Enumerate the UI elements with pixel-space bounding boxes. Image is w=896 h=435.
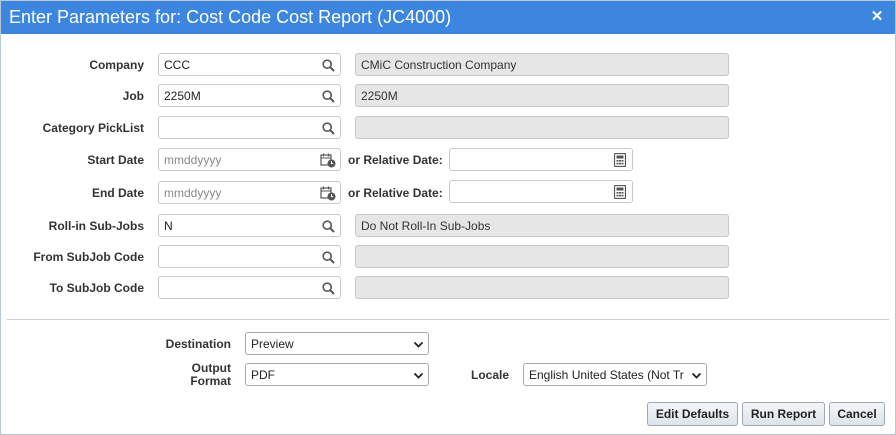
run-report-button[interactable]: Run Report (742, 402, 825, 426)
search-icon[interactable] (320, 249, 336, 265)
section-divider (7, 319, 889, 320)
search-icon[interactable] (320, 280, 336, 296)
from-subjob-input[interactable] (159, 246, 314, 267)
chevron-down-icon (413, 339, 424, 350)
start-date-input[interactable] (159, 149, 314, 170)
company-input[interactable] (159, 54, 314, 75)
search-icon[interactable] (320, 57, 336, 73)
start-date-label: Start Date (87, 153, 144, 167)
category-label: Category PickList (42, 121, 144, 135)
company-description: CMiC Construction Company (355, 53, 729, 76)
parameters-dialog: Enter Parameters for: Cost Code Cost Rep… (0, 0, 896, 435)
calculator-icon[interactable] (612, 184, 628, 200)
rollin-field (158, 214, 341, 237)
end-relative-date-input[interactable] (450, 181, 606, 202)
destination-label: Destination (165, 337, 231, 351)
locale-select[interactable]: English United States (Not Translated) (523, 363, 707, 386)
search-icon[interactable] (320, 120, 336, 136)
category-description (355, 116, 729, 139)
rollin-input[interactable] (159, 215, 314, 236)
to-subjob-field (158, 276, 341, 299)
company-field (158, 53, 341, 76)
category-field (158, 116, 341, 139)
start-relative-date-input[interactable] (450, 149, 606, 170)
job-description: 2250M (355, 84, 729, 107)
output-format-label: Output Format (151, 362, 231, 388)
output-format-select[interactable]: PDF (245, 363, 429, 386)
to-subjob-description (355, 276, 729, 299)
chevron-down-icon (413, 370, 424, 381)
end-date-field (158, 181, 341, 204)
search-icon[interactable] (320, 218, 336, 234)
from-subjob-label: From SubJob Code (33, 250, 144, 264)
search-icon[interactable] (320, 88, 336, 104)
calculator-icon[interactable] (612, 152, 628, 168)
close-icon[interactable]: ✕ (869, 8, 885, 26)
rollin-description: Do Not Roll-In Sub-Jobs (355, 214, 729, 237)
output-format-label-line2: Format (190, 374, 231, 388)
job-input[interactable] (159, 85, 314, 106)
start-relative-date-label: or Relative Date: (348, 153, 443, 167)
from-subjob-field (158, 245, 341, 268)
locale-value: English United States (Not Translated) (529, 368, 684, 382)
job-label: Job (122, 89, 144, 103)
rollin-label: Roll-in Sub-Jobs (48, 219, 144, 233)
end-relative-date-label: or Relative Date: (348, 186, 443, 200)
end-date-label: End Date (91, 186, 144, 200)
dialog-titlebar: Enter Parameters for: Cost Code Cost Rep… (1, 1, 895, 34)
destination-select[interactable]: Preview (245, 332, 429, 355)
chevron-down-icon (691, 370, 702, 381)
destination-value: Preview (251, 337, 294, 351)
from-subjob-description (355, 245, 729, 268)
cancel-button[interactable]: Cancel (829, 402, 885, 426)
to-subjob-label: To SubJob Code (49, 281, 144, 295)
calendar-clock-icon[interactable] (320, 185, 336, 201)
category-input[interactable] (159, 117, 314, 138)
calendar-clock-icon[interactable] (320, 152, 336, 168)
start-date-field (158, 148, 341, 171)
edit-defaults-button[interactable]: Edit Defaults (647, 402, 738, 426)
start-relative-date-field (449, 148, 633, 171)
job-field (158, 84, 341, 107)
locale-label: Locale (470, 368, 509, 382)
dialog-title: Enter Parameters for: Cost Code Cost Rep… (9, 7, 452, 27)
output-format-value: PDF (251, 368, 275, 382)
end-date-input[interactable] (159, 182, 314, 203)
end-relative-date-field (449, 180, 633, 203)
company-label: Company (89, 58, 144, 72)
to-subjob-input[interactable] (159, 277, 314, 298)
